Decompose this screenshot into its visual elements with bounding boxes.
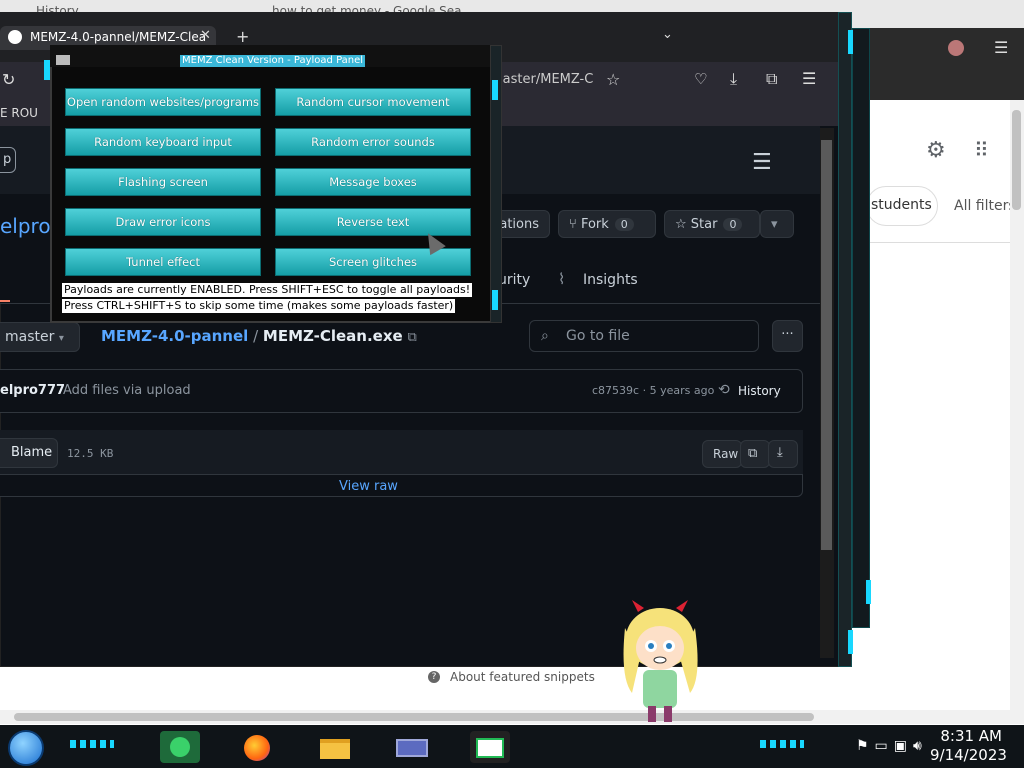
settings-gear-icon[interactable]: ⚙ [926,138,946,163]
copy-icon[interactable]: ⧉ [740,440,770,468]
payload-reverse-text-button[interactable]: Reverse text [275,208,471,236]
apps-grid-icon[interactable]: ⠿ [974,138,989,162]
history-link[interactable]: History [738,384,781,398]
go-to-file-input[interactable] [529,320,759,352]
new-tab-icon[interactable]: + [236,27,249,46]
breadcrumb: MEMZ-4.0-pannel / MEMZ-Clean.exe ⧉ [101,327,417,345]
go-to-file-placeholder: Go to file [566,328,630,344]
fork-label: Fork [580,217,609,232]
commit-author[interactable]: elpro777 [0,383,65,398]
branch-selector[interactable]: master ▾ [0,322,80,352]
frame-light [848,30,853,54]
payload-message-boxes-button[interactable]: Message boxes [275,168,471,196]
history-icon: ⟲ [718,382,730,398]
star-label: Star [690,217,718,232]
taskbar-file-explorer-icon[interactable] [316,731,356,763]
copy-path-icon[interactable]: ⧉ [407,330,416,345]
all-filters-link[interactable]: All filters [954,198,1016,214]
taskbar-active-window-icon[interactable] [470,731,510,763]
star-count: 0 [723,218,743,231]
download-raw-icon[interactable]: ⤓ [768,440,798,468]
taskbar-notes-app-icon[interactable] [160,731,200,763]
bookmark-star-icon[interactable]: ☆ [606,70,620,89]
payload-cursor-movement-button[interactable]: Random cursor movement [275,88,471,116]
system-tray-icons[interactable]: ⚑▭▣🔊︎ [856,738,928,754]
memz-title: MEMZ Clean Version - Payload Panel [180,55,366,67]
gh-left-button[interactable]: p [0,147,16,173]
fork-count: 0 [614,218,634,231]
taskbar-deco [760,740,804,748]
payload-draw-error-icons-button[interactable]: Draw error icons [65,208,261,236]
tab-insights[interactable]: Insights [583,272,638,288]
file-size: 12.5 KB [67,447,114,460]
pocket-icon[interactable]: ♡ [694,70,707,88]
skip-time-note: Press CTRL+SHIFT+S to skip some time (ma… [62,299,456,313]
memz-app-icon [56,55,70,65]
commit-message[interactable]: Add files via upload [63,383,191,398]
gh-tab-title: MEMZ-4.0-pannel/MEMZ-Clea [30,30,207,44]
payload-keyboard-input-button[interactable]: Random keyboard input [65,128,261,156]
more-options-icon[interactable]: ··· [772,320,803,352]
menu-icon[interactable]: ☰ [994,38,1008,57]
frame-light [866,580,871,604]
payload-tunnel-effect-button[interactable]: Tunnel effect [65,248,261,276]
branch-name: master [5,329,55,345]
breadcrumb-repo-link[interactable]: MEMZ-4.0-pannel [101,327,248,345]
repo-owner-fragment[interactable]: elpro [0,214,51,238]
branch-chevron-icon: ▾ [58,333,64,344]
start-button-icon[interactable] [8,730,44,766]
close-tab-icon[interactable]: ✕ [200,28,211,43]
fork-icon: ⑂ [569,217,581,232]
payload-screen-glitches-button[interactable]: Screen glitches [275,248,471,276]
taskbar-window-icon[interactable] [392,731,432,763]
about-featured-snippets[interactable]: About featured snippets [450,670,595,684]
frame-light [848,630,853,654]
payload-open-websites-button[interactable]: Open random websites/programs [65,88,261,116]
tab-security[interactable]: urity [498,272,530,288]
download-icon[interactable]: ⤓ [730,69,737,89]
frame-light [492,80,498,100]
github-logo-icon [8,30,22,44]
star-button[interactable]: ☆ Star 0 [664,210,760,238]
window-frame-right [838,12,852,667]
search-icon: ⌕ [541,328,549,344]
insights-icon: ⌇ [558,270,566,288]
window-frame-outer [852,28,870,628]
help-icon: ? [428,671,440,683]
bg-scroll-thumb[interactable] [1012,110,1021,210]
clock-date: 9/14/2023 [930,746,1007,764]
payloads-status-note: Payloads are currently ENABLED. Press SH… [62,283,473,297]
taskbar-deco [70,740,114,748]
divider [862,242,1010,243]
clock-time: 8:31 AM [940,727,1002,745]
extensions-icon[interactable]: ⧉ [766,69,777,89]
breadcrumb-separator: / [253,327,259,345]
frame-light [44,60,50,80]
taskbar-clock[interactable]: 8:31 AM 9/14/2023 [930,727,1007,765]
payload-error-sounds-button[interactable]: Random error sounds [275,128,471,156]
raw-button[interactable]: Raw [702,440,742,468]
active-tab-underline [0,300,10,302]
blame-button[interactable]: Blame [0,438,58,468]
tab-list-chevron-icon[interactable]: ⌄ [662,27,673,42]
file-header [0,430,803,475]
fork-button[interactable]: ⑂ Fork 0 [558,210,656,238]
breadcrumb-file: MEMZ-Clean.exe [262,327,403,345]
star-icon: ☆ [675,217,691,232]
commit-hash-time[interactable]: c87539c · 5 years ago [592,384,714,397]
gh-hamburger-icon[interactable]: ☰ [752,150,772,175]
app-menu-icon[interactable]: ☰ [802,69,816,88]
avatar[interactable] [948,40,964,56]
taskbar-firefox-icon[interactable] [238,731,278,763]
chip-students[interactable]: students [866,186,938,226]
frame-light [492,290,498,310]
view-raw-link[interactable]: View raw [339,479,398,494]
star-butterfly-mascot-icon [623,600,698,722]
star-dropdown-chevron-icon[interactable]: ▾ [760,210,794,238]
bookmark-item[interactable]: E ROU [0,106,38,120]
reload-icon[interactable]: ↻ [2,70,15,89]
gh-scroll-thumb[interactable] [821,140,832,550]
gh-url-bar[interactable]: master/MEMZ-C [490,68,610,92]
payload-flashing-screen-button[interactable]: Flashing screen [65,168,261,196]
